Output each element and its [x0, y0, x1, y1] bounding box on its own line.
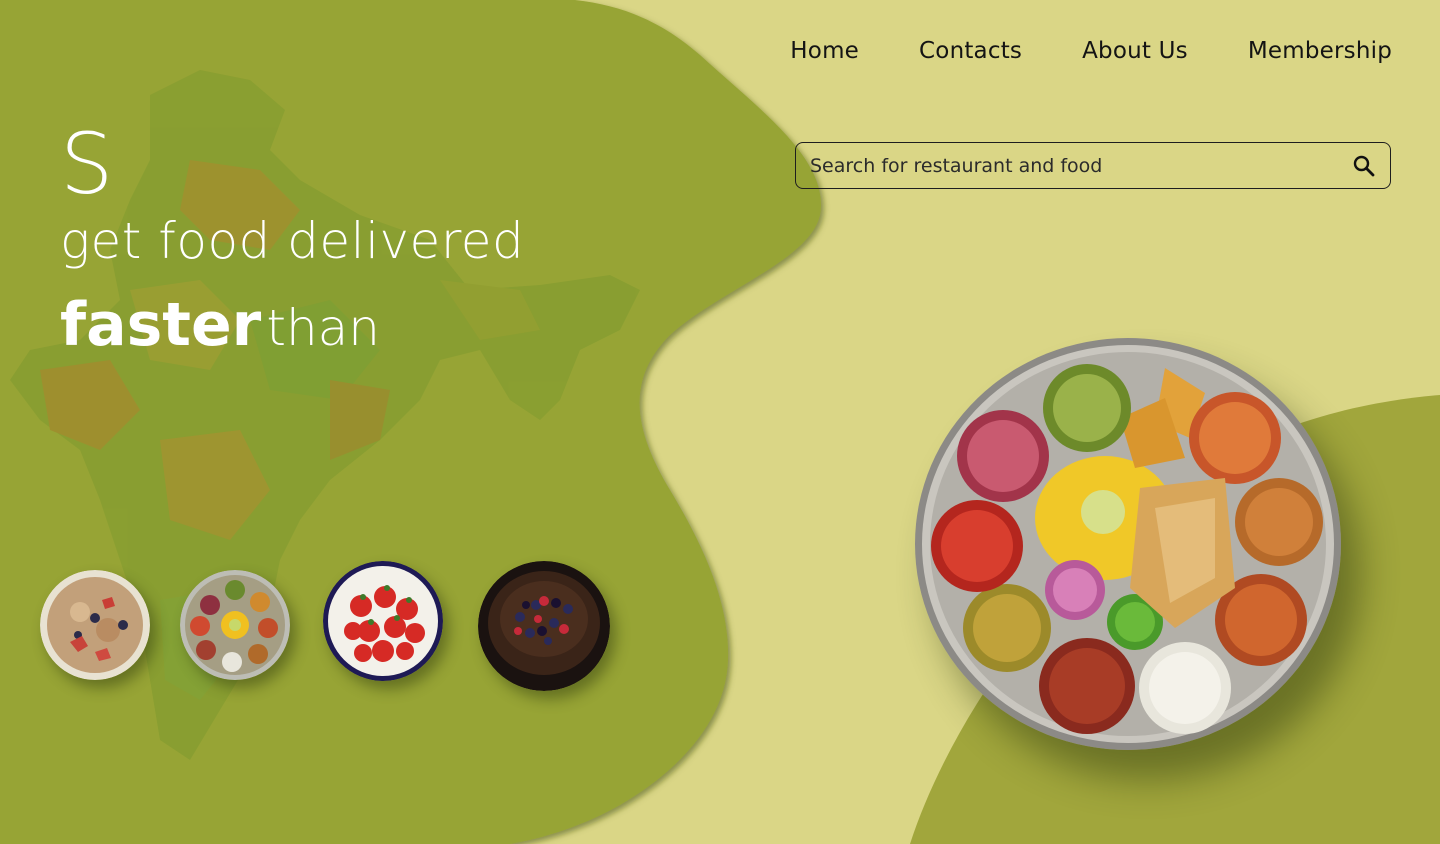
strawberry-thumbnail[interactable]	[323, 561, 443, 681]
hero-letter: S	[60, 115, 114, 213]
nav-membership-link[interactable]: Membership	[1248, 38, 1392, 64]
hero-tagline-line2: faster than	[60, 292, 380, 358]
main-nav: Home Contacts About Us Membership	[790, 38, 1392, 64]
nav-home-link[interactable]: Home	[790, 38, 859, 64]
hero-light-word: than	[266, 299, 380, 357]
landing-page: Home Contacts About Us Membership S get …	[0, 0, 1440, 844]
oatmeal-thumbnail[interactable]	[40, 570, 150, 680]
search-icon[interactable]	[1342, 144, 1386, 188]
featured-thali-image	[915, 338, 1341, 750]
search-bar	[795, 142, 1391, 189]
search-input[interactable]	[796, 142, 1342, 189]
hero-bold-word: faster	[60, 290, 262, 360]
hero-tagline-line1: get food delivered	[60, 212, 525, 270]
chocolate-cake-thumbnail[interactable]	[478, 561, 610, 691]
thali-thumbnail[interactable]	[180, 570, 290, 680]
nav-contacts-link[interactable]: Contacts	[919, 38, 1022, 64]
nav-about-us-link[interactable]: About Us	[1082, 38, 1188, 64]
